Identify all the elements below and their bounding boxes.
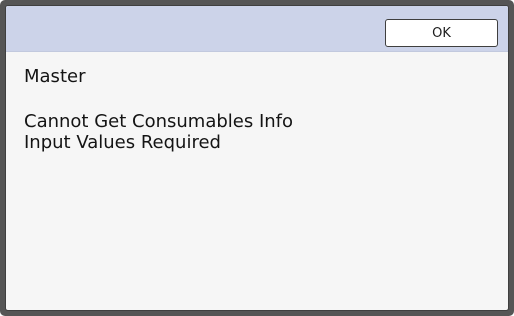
error-message-line-1: Cannot Get Consumables Info <box>24 111 294 132</box>
ok-button[interactable]: OK <box>385 19 498 47</box>
dialog-content: Master Cannot Get Consumables Info Input… <box>24 66 490 153</box>
error-message-line-2: Input Values Required <box>24 132 221 153</box>
message-dialog: OK Master Cannot Get Consumables Info In… <box>5 5 509 311</box>
device-frame: OK Master Cannot Get Consumables Info In… <box>0 0 514 316</box>
dialog-title: Master <box>24 66 86 87</box>
dialog-header-bar: OK <box>6 6 508 52</box>
